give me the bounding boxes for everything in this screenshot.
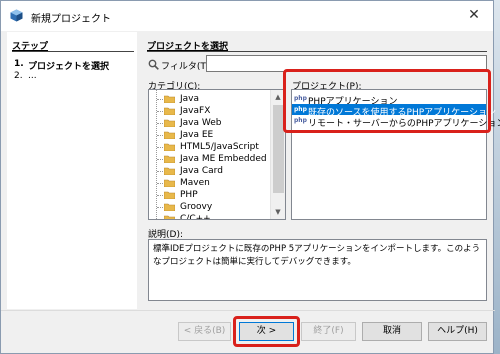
category-item[interactable]: Groovy (149, 201, 269, 213)
tree-branch-line (157, 99, 163, 100)
tree-branch-line (157, 135, 163, 136)
description-text: 標準IDEプロジェクトに既存のPHP 5アプリケーションをインポートします。この… (148, 239, 487, 301)
folder-icon (164, 191, 175, 199)
footer-divider (1, 310, 495, 311)
folder-icon (164, 143, 175, 151)
desktop-background (494, 0, 500, 354)
category-item[interactable]: Java Card (149, 165, 269, 177)
category-item[interactable]: Java Web (149, 117, 269, 129)
category-item[interactable]: Maven (149, 177, 269, 189)
category-item[interactable]: Java ME Embedded (149, 153, 269, 165)
next-annotation-box (233, 316, 300, 347)
new-project-dialog: 新規プロジェクト ✕ ステップ 1. プロジェクトを選択 2. ... プロジェ… (0, 0, 500, 354)
category-label: Groovy (180, 202, 213, 212)
scroll-down-icon[interactable]: ▼ (271, 205, 285, 219)
folder-icon (164, 119, 175, 127)
tree-branch-line (157, 147, 163, 148)
tree-branch-line (157, 219, 163, 220)
folder-icon (164, 203, 175, 211)
close-icon: ✕ (468, 7, 480, 23)
category-item[interactable]: C/C++ (149, 213, 269, 220)
filter-label: フィルタ(T): (161, 62, 213, 72)
tree-branch-line (157, 111, 163, 112)
category-item[interactable]: Java EE (149, 129, 269, 141)
back-button[interactable]: < 戻る(B) (178, 322, 231, 341)
netbeans-cube-icon (10, 9, 23, 22)
steps-panel: ステップ 1. プロジェクトを選択 2. ... (7, 32, 137, 309)
folder-icon (164, 131, 175, 139)
tree-branch-line (157, 159, 163, 160)
category-item[interactable]: PHP (149, 189, 269, 201)
search-icon (148, 59, 159, 70)
category-item[interactable]: HTML5/JavaScript (149, 141, 269, 153)
tree-branch-line (157, 195, 163, 196)
window-title: 新規プロジェクト (31, 14, 111, 25)
folder-icon (164, 179, 175, 187)
step-number-1: 1. (14, 59, 24, 69)
category-label: Java EE (180, 130, 214, 140)
tree-branch-line (157, 171, 163, 172)
title-bar: 新規プロジェクト ✕ (1, 1, 493, 31)
close-button[interactable]: ✕ (459, 3, 489, 27)
step-label-1: プロジェクトを選択 (28, 62, 110, 72)
folder-icon (164, 95, 175, 103)
category-label: Java Card (180, 166, 223, 176)
step-label-2: ... (28, 71, 37, 81)
category-label: Java ME Embedded (180, 154, 267, 164)
finish-button[interactable]: 終了(F) (301, 322, 356, 341)
step-number-2: 2. (14, 71, 23, 81)
tree-branch-line (157, 207, 163, 208)
tree-branch-line (157, 123, 163, 124)
category-item[interactable]: Java (149, 93, 269, 105)
categories-tree[interactable]: Java JavaFX Java Web Java EE HTML5/JavaScrip… (148, 89, 286, 220)
cancel-button[interactable]: 取消 (362, 322, 422, 341)
category-label: Maven (180, 178, 210, 188)
project-annotation-box (283, 69, 491, 133)
tree-branch-line (157, 183, 163, 184)
category-label: Java Web (180, 118, 222, 128)
category-label: HTML5/JavaScript (180, 142, 259, 152)
main-divider (147, 51, 487, 52)
steps-divider (12, 51, 134, 52)
category-item[interactable]: JavaFX (149, 105, 269, 117)
category-label: PHP (180, 190, 198, 200)
help-button[interactable]: ヘルプ(H) (428, 322, 487, 341)
folder-icon (164, 215, 175, 219)
category-label: C/C++ (180, 214, 211, 220)
folder-icon (164, 107, 175, 115)
category-label: Java (180, 94, 200, 104)
folder-icon (164, 155, 175, 163)
category-label: JavaFX (180, 106, 211, 116)
folder-icon (164, 167, 175, 175)
